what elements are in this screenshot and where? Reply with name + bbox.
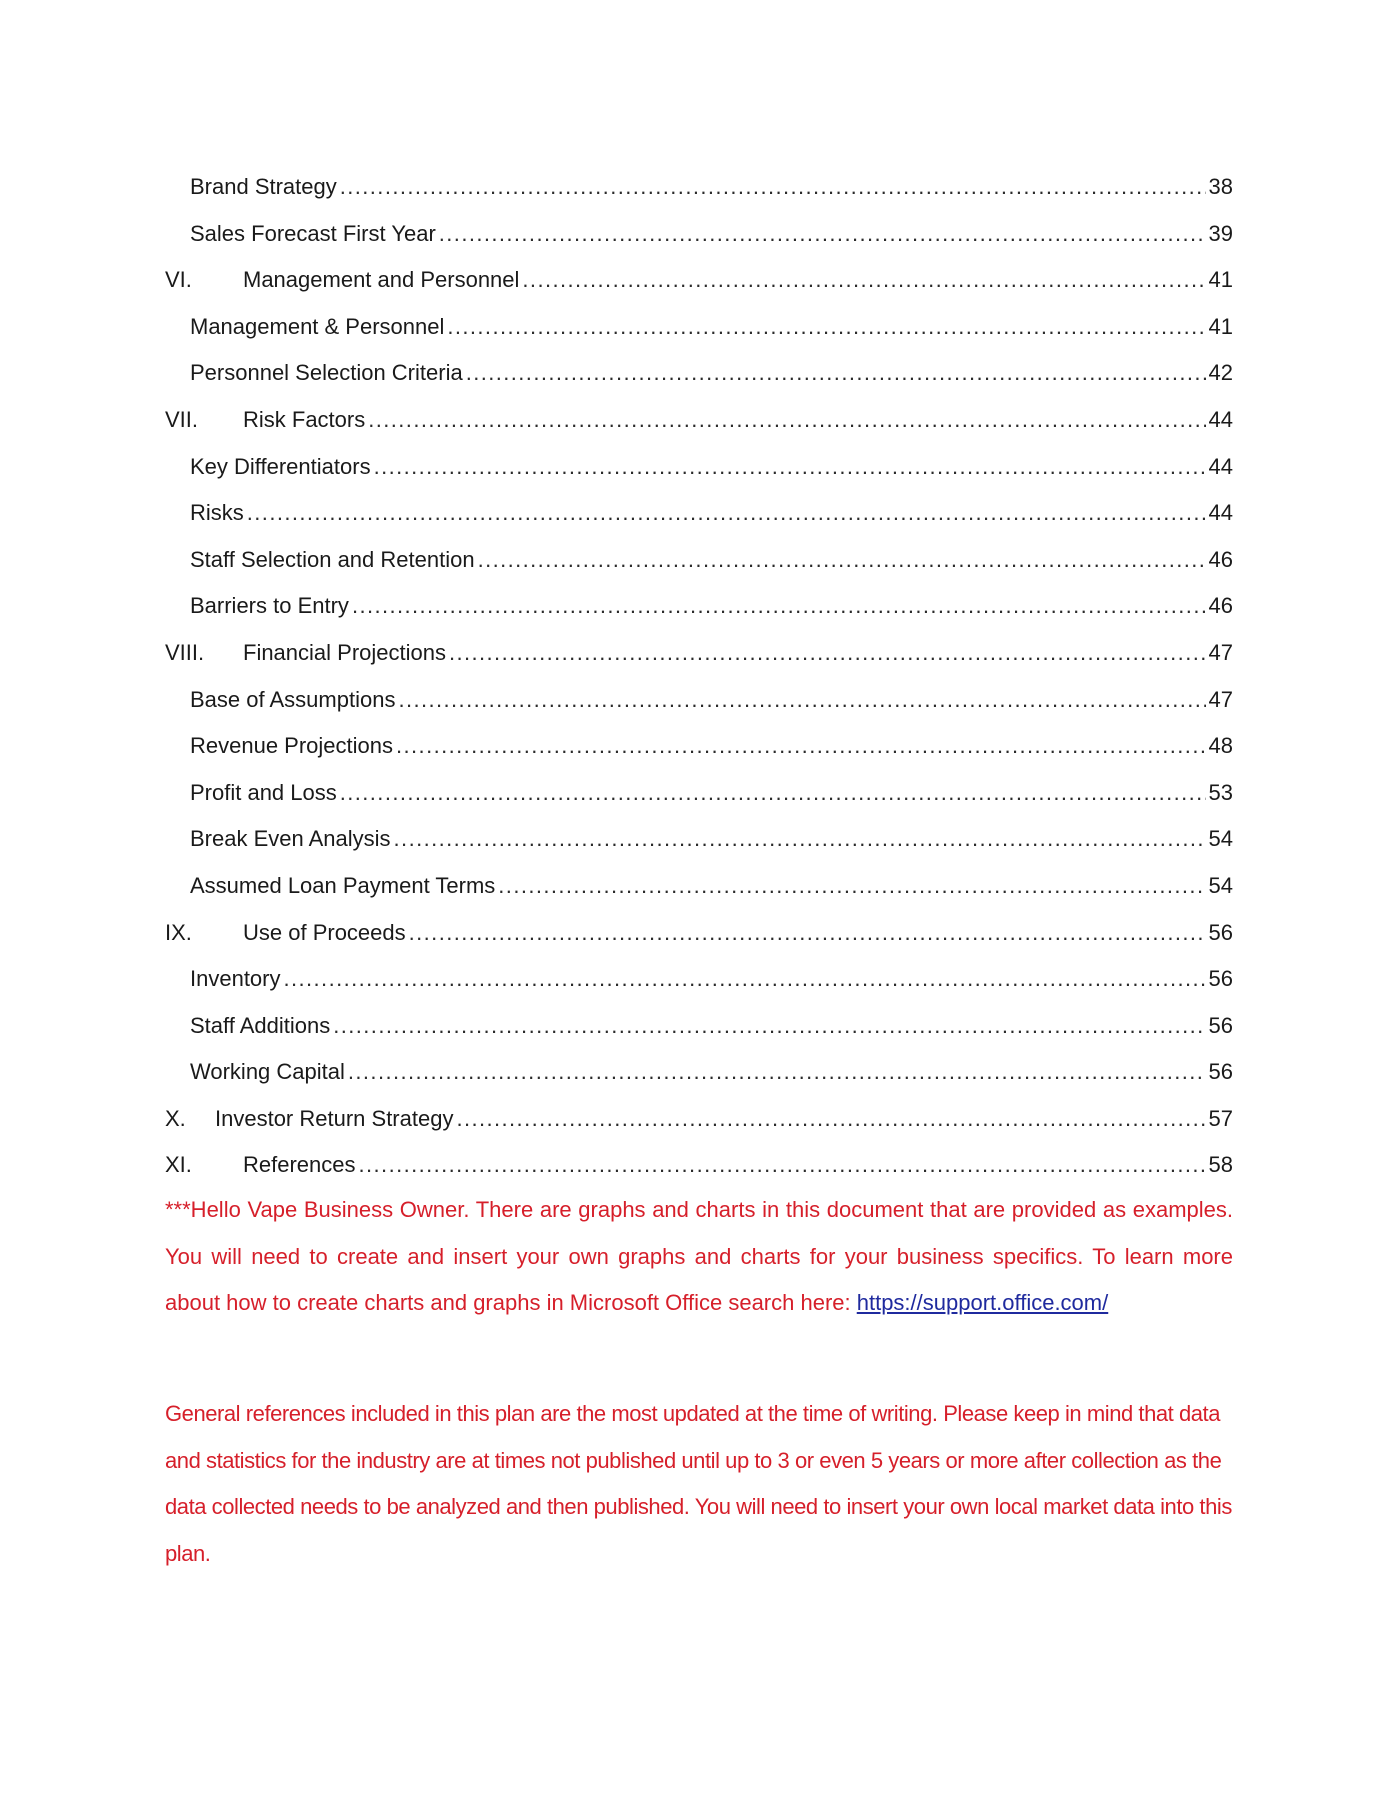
general-references-note: General references included in this plan… xyxy=(165,1401,1232,1566)
toc-entry-page: 56 xyxy=(1208,919,1233,945)
toc-entry[interactable]: Sales Forecast First Year 39 xyxy=(165,211,1233,258)
toc-entry-page: 46 xyxy=(1208,546,1233,572)
toc-entry[interactable]: Assumed Loan Payment Terms 54 xyxy=(165,863,1233,910)
toc-entry-title: Staff Selection and Retention xyxy=(190,546,475,572)
toc-entry[interactable]: XI. References 58 xyxy=(165,1142,1233,1189)
dot-leader xyxy=(398,677,1205,724)
toc-entry-title: Financial Projections xyxy=(243,639,446,665)
document-page: Brand Strategy 38 Sales Forecast First Ye… xyxy=(0,0,1400,1811)
dot-leader xyxy=(333,1003,1205,1050)
dot-leader xyxy=(447,304,1205,351)
dot-leader xyxy=(247,490,1206,537)
dot-leader xyxy=(359,1142,1206,1189)
toc-entry-title: Revenue Projections xyxy=(190,733,394,759)
toc-entry[interactable]: Working Capital 56 xyxy=(165,1049,1233,1096)
toc-entry[interactable]: IX. Use of Proceeds 56 xyxy=(165,910,1233,957)
toc-entry-title: Assumed Loan Payment Terms xyxy=(190,872,496,898)
toc-entry-number: VIII. xyxy=(165,639,205,665)
toc-entry-page: 39 xyxy=(1208,220,1233,246)
toc-entry-page: 56 xyxy=(1208,1059,1233,1085)
toc-entry-number: XI. xyxy=(165,1152,192,1178)
toc-entry-title: Working Capital xyxy=(190,1059,345,1085)
toc-entry-page: 56 xyxy=(1208,966,1233,992)
toc-entry[interactable]: Profit and Loss 53 xyxy=(165,770,1233,817)
dot-leader xyxy=(284,956,1206,1003)
toc-entry[interactable]: VIII. Financial Projections 47 xyxy=(165,630,1233,677)
toc-entry-page: 42 xyxy=(1208,360,1233,386)
toc-entry-page: 54 xyxy=(1208,872,1233,898)
toc-entry[interactable]: Barriers to Entry 46 xyxy=(165,583,1233,630)
toc-entry-title: Staff Additions xyxy=(190,1012,331,1038)
toc-entry-title: Management & Personnel xyxy=(190,313,445,339)
dot-leader xyxy=(340,164,1206,211)
toc-entry-title: References xyxy=(243,1152,356,1178)
toc-entry-page: 58 xyxy=(1208,1152,1233,1178)
toc-entry-title: Personnel Selection Criteria xyxy=(190,360,463,386)
table-of-contents: Brand Strategy 38 Sales Forecast First Ye… xyxy=(165,164,1233,1189)
toc-entry-number: X. xyxy=(165,1105,186,1131)
toc-entry-page: 47 xyxy=(1208,639,1233,665)
toc-entry[interactable]: Brand Strategy 38 xyxy=(165,164,1233,211)
toc-entry-title: Barriers to Entry xyxy=(190,593,349,619)
dot-leader xyxy=(340,770,1206,817)
toc-entry-number: VI. xyxy=(165,267,192,293)
dot-leader xyxy=(348,1049,1206,1096)
toc-entry-title: Risk Factors xyxy=(243,406,366,432)
support-office-link[interactable]: https://support.office.com/ xyxy=(857,1290,1109,1315)
toc-entry[interactable]: VI. Management and Personnel 41 xyxy=(165,257,1233,304)
toc-entry[interactable]: VII. Risk Factors 44 xyxy=(165,397,1233,444)
toc-entry[interactable]: Risks 44 xyxy=(165,490,1233,537)
toc-entry-page: 53 xyxy=(1208,779,1233,805)
toc-entry[interactable]: Break Even Analysis 54 xyxy=(165,816,1233,863)
toc-entry-page: 41 xyxy=(1208,267,1233,293)
toc-entry-page: 47 xyxy=(1208,686,1233,712)
toc-entry-title: Use of Proceeds xyxy=(243,919,406,945)
toc-entry-title: Brand Strategy xyxy=(190,174,337,199)
dot-leader xyxy=(466,350,1206,397)
dot-leader xyxy=(352,583,1206,630)
dot-leader xyxy=(449,630,1206,677)
toc-entry-title: Sales Forecast First Year xyxy=(190,220,436,246)
owner-instructions-note: ***Hello Vape Business Owner. There are … xyxy=(165,1187,1233,1327)
toc-entry[interactable]: X. Investor Return Strategy 57 xyxy=(165,1096,1233,1143)
toc-entry-page: 48 xyxy=(1208,733,1233,759)
toc-entry-page: 56 xyxy=(1208,1012,1233,1038)
dot-leader xyxy=(394,816,1206,863)
toc-entry[interactable]: Management & Personnel 41 xyxy=(165,304,1233,351)
toc-entry-title: Break Even Analysis xyxy=(190,826,391,852)
dot-leader xyxy=(498,863,1205,910)
dot-leader xyxy=(396,723,1206,770)
toc-entry-page: 41 xyxy=(1208,313,1233,339)
toc-entry-title: Management and Personnel xyxy=(243,267,520,293)
dot-leader xyxy=(522,257,1205,304)
toc-entry[interactable]: Staff Additions 56 xyxy=(165,1003,1233,1050)
toc-entry-number: IX. xyxy=(165,919,192,945)
toc-entry-title: Risks xyxy=(190,500,244,526)
toc-entry-page: 44 xyxy=(1208,453,1233,479)
dot-leader xyxy=(439,211,1206,258)
dot-leader xyxy=(478,537,1206,584)
toc-entry-title: Investor Return Strategy xyxy=(215,1105,454,1131)
toc-entry[interactable]: Staff Selection and Retention 46 xyxy=(165,537,1233,584)
toc-entry-title: Key Differentiators xyxy=(190,453,371,479)
toc-entry-title: Profit and Loss xyxy=(190,779,337,805)
dot-leader xyxy=(456,1096,1205,1143)
dot-leader xyxy=(409,910,1206,957)
toc-entry[interactable]: Revenue Projections 48 xyxy=(165,723,1233,770)
toc-entry-title: Base of Assumptions xyxy=(190,686,396,712)
dot-leader xyxy=(368,397,1205,444)
toc-entry-page: 38 xyxy=(1208,174,1233,199)
toc-entry-number: VII. xyxy=(165,406,199,432)
toc-entry[interactable]: Inventory 56 xyxy=(165,956,1233,1003)
toc-entry[interactable]: Base of Assumptions 47 xyxy=(165,677,1233,724)
toc-entry[interactable]: Personnel Selection Criteria 42 xyxy=(165,350,1233,397)
toc-entry-page: 46 xyxy=(1208,593,1233,619)
toc-entry-page: 44 xyxy=(1208,406,1233,432)
toc-entry-page: 57 xyxy=(1208,1105,1233,1131)
toc-entry-page: 54 xyxy=(1208,826,1233,852)
toc-entry-title: Inventory xyxy=(190,966,281,992)
toc-entry[interactable]: Key Differentiators 44 xyxy=(165,444,1233,491)
dot-leader xyxy=(374,444,1206,491)
toc-entry-page: 44 xyxy=(1208,500,1233,526)
